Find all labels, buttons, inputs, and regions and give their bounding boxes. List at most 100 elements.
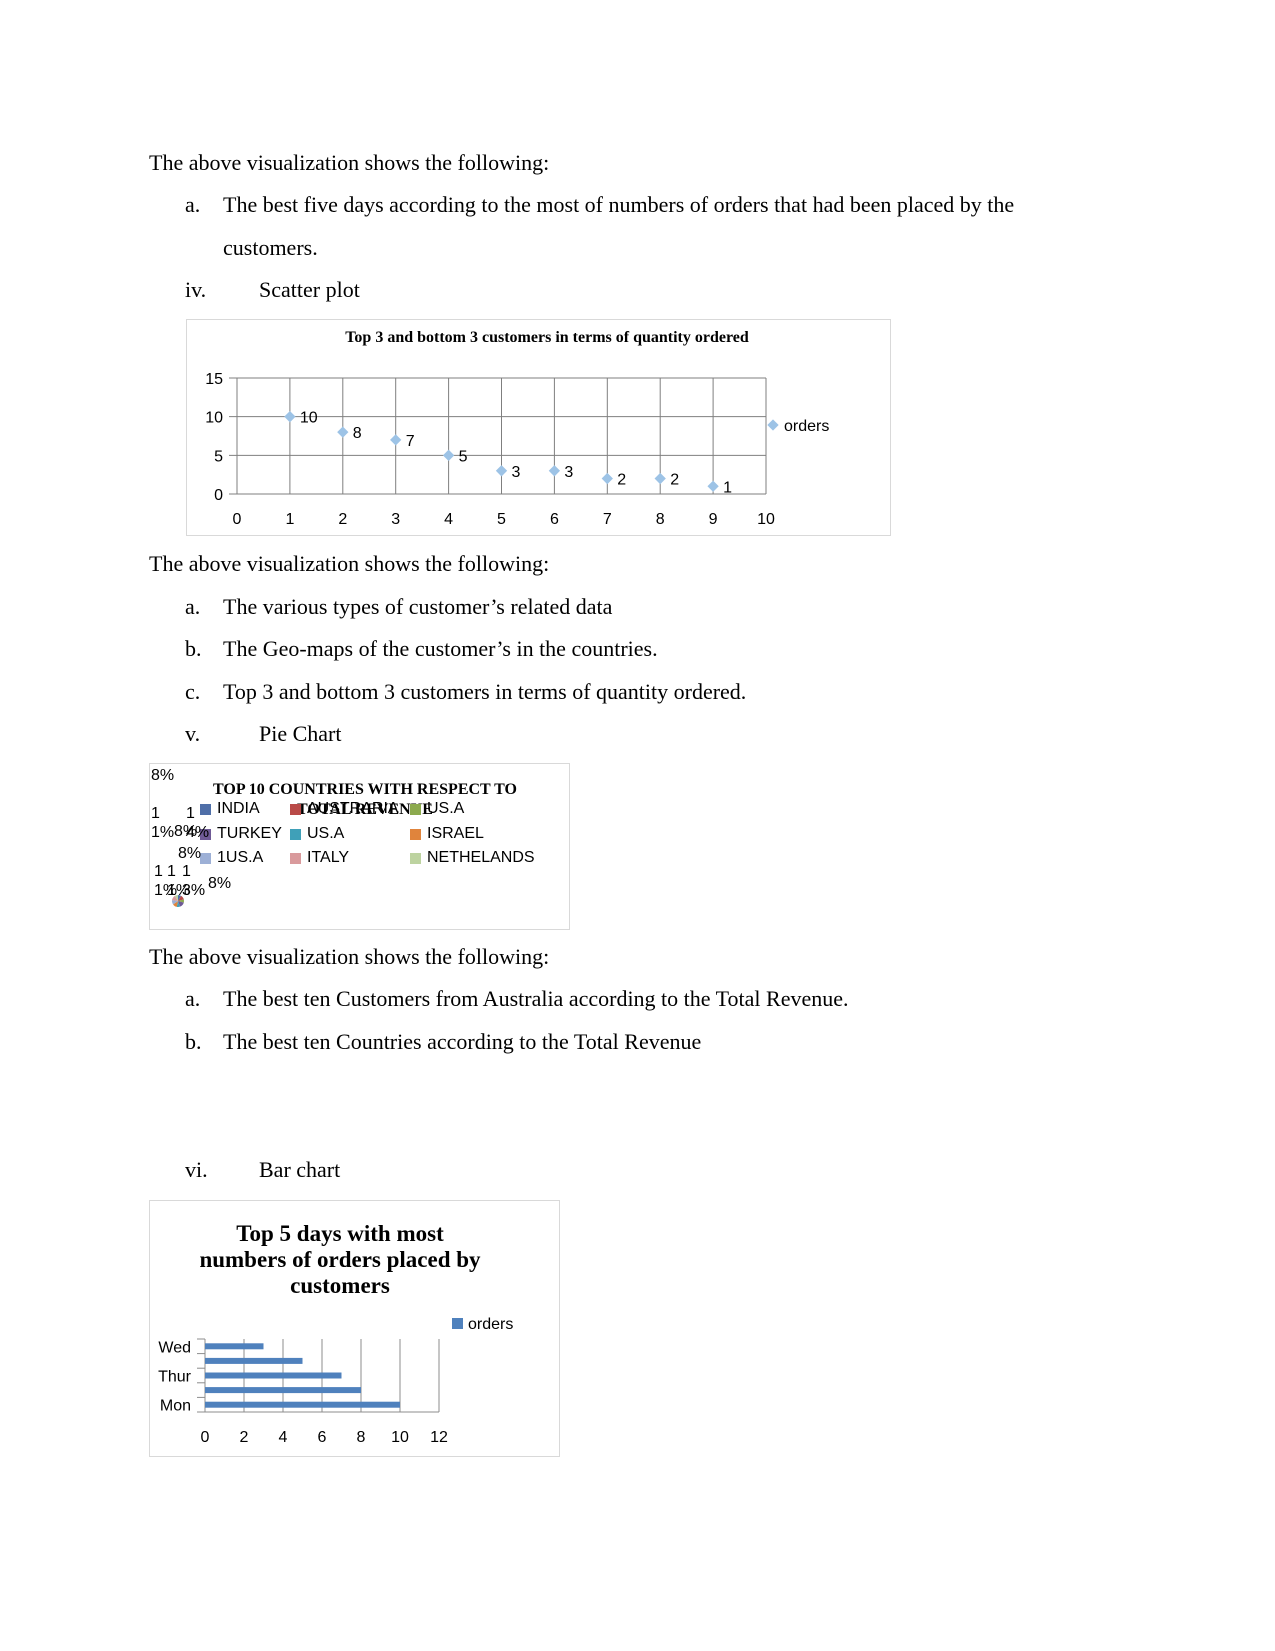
- list-item: Top 3 and bottom 3 customers in terms of…: [223, 679, 747, 704]
- section-heading: Scatter plot: [259, 277, 360, 302]
- legend-swatch: [410, 803, 421, 815]
- pie-data-label: 11%: [151, 805, 175, 841]
- pie-data-label: 8%: [174, 823, 198, 840]
- pie-data-label: 11%: [167, 863, 191, 899]
- x-tick-label: 1: [285, 511, 294, 528]
- data-point: [284, 411, 296, 423]
- data-label: 10: [300, 410, 318, 427]
- bar: [205, 1401, 400, 1408]
- list-marker: a.: [185, 192, 201, 217]
- x-tick-label: 8: [357, 1429, 366, 1446]
- data-label: 2: [670, 472, 679, 489]
- bar-chart: Top 5 days with most numbers of orders p…: [149, 1200, 560, 1457]
- bar: [205, 1372, 342, 1379]
- x-tick-label: 10: [757, 511, 775, 528]
- list-marker: b.: [185, 1029, 202, 1054]
- legend-item: 1US.A: [200, 849, 263, 867]
- legend-label: TURKEY: [217, 825, 282, 842]
- x-tick-label: 6: [318, 1429, 327, 1446]
- list-item: The best ten Countries according to the …: [223, 1029, 702, 1054]
- legend-swatch: [290, 803, 301, 815]
- data-label: 5: [459, 448, 468, 465]
- x-tick-label: 12: [430, 1429, 448, 1446]
- data-point: [654, 472, 666, 485]
- pie-data-label: 8%: [208, 875, 232, 892]
- data-label: 3: [564, 464, 573, 481]
- data-point: [601, 472, 613, 485]
- x-tick-label: 0: [233, 511, 242, 528]
- legend-item: US.A: [410, 800, 464, 818]
- bar-svg: 0 2 4 6 8 10 12 Mon Thur Wed orders: [158, 1316, 513, 1446]
- legend-item: US.A: [290, 825, 344, 843]
- x-tick-label: 2: [338, 511, 347, 528]
- y-tick-label: Mon: [160, 1398, 191, 1415]
- paragraph: The above visualization shows the follow…: [149, 150, 550, 175]
- data-label: 3: [512, 464, 521, 481]
- pie-data-label: 8%: [178, 845, 202, 862]
- list-item: The best ten Customers from Australia ac…: [223, 986, 849, 1011]
- list-marker: b.: [185, 636, 202, 661]
- pie-data-label: 13%: [182, 863, 206, 899]
- list-marker: a.: [185, 986, 201, 1011]
- bar: [205, 1357, 303, 1364]
- heading-marker: v.: [185, 721, 201, 746]
- y-tick-label: Thur: [158, 1369, 192, 1386]
- data-point: [548, 465, 561, 477]
- legend-label: US.A: [427, 800, 465, 817]
- legend-swatch: [200, 803, 211, 815]
- paragraph: The above visualization shows the follow…: [149, 944, 550, 969]
- section-heading: Pie Chart: [259, 721, 342, 746]
- chart-title: Top 3 and bottom 3 customers in terms of…: [345, 329, 749, 346]
- heading-marker: iv.: [185, 277, 207, 302]
- data-point: [337, 426, 349, 438]
- paragraph: The above visualization shows the follow…: [149, 551, 550, 576]
- scatter-svg: Top 3 and bottom 3 customers in terms of…: [205, 329, 829, 528]
- list-marker: c.: [185, 679, 201, 704]
- legend-swatch: [410, 852, 421, 864]
- x-tick-label: 6: [550, 511, 559, 528]
- legend-label: INDIA: [217, 800, 260, 817]
- list-item: The best five days according to the most…: [223, 192, 1015, 217]
- x-tick-label: 9: [709, 511, 718, 528]
- x-tick-label: 8: [656, 511, 665, 528]
- document-page: The above visualization shows the follow…: [0, 0, 1275, 1651]
- y-tick-label: 10: [205, 410, 223, 427]
- y-tick-label: 5: [214, 448, 223, 465]
- bar: [205, 1387, 361, 1394]
- legend-label: 1US.A: [217, 849, 264, 866]
- bar: [205, 1343, 264, 1350]
- legend-label: orders: [468, 1316, 513, 1333]
- pie-chart: TOP 10 COUNTRIES WITH RESPECT TO TOTAL R…: [149, 763, 570, 930]
- scatter-chart: Top 3 and bottom 3 customers in terms of…: [186, 319, 891, 536]
- pie-data-label: 11%: [154, 863, 178, 899]
- data-label: 7: [406, 433, 415, 450]
- legend-item: ISRAEL: [410, 825, 484, 843]
- list-item-continued: customers.: [223, 235, 318, 260]
- data-label: 8: [353, 425, 362, 442]
- data-point: [495, 465, 508, 477]
- x-tick-label: 2: [240, 1429, 249, 1446]
- legend-swatch: [200, 852, 211, 864]
- data-point: [707, 480, 719, 492]
- x-tick-label: 4: [444, 511, 453, 528]
- pie-data-label: 8%: [151, 767, 175, 784]
- x-tick-label: 4: [279, 1429, 288, 1446]
- section-heading: Bar chart: [259, 1157, 341, 1182]
- legend-swatch: [452, 1318, 463, 1329]
- heading-marker: vi.: [185, 1157, 208, 1182]
- data-label: 2: [617, 472, 626, 489]
- list-item: The various types of customer’s related …: [223, 594, 613, 619]
- x-tick-label: 7: [603, 511, 612, 528]
- legend-item: NETHELANDS: [410, 849, 535, 867]
- list-marker: a.: [185, 594, 201, 619]
- legend-item: ITALY: [290, 849, 349, 867]
- y-tick-label: 0: [214, 487, 223, 504]
- y-tick-label: Wed: [158, 1339, 191, 1356]
- x-tick-label: 3: [391, 511, 400, 528]
- data-label: 1: [723, 479, 732, 496]
- data-point: [390, 434, 402, 446]
- legend-label: orders: [784, 418, 829, 435]
- x-tick-label: 5: [497, 511, 506, 528]
- pie-data-label: 14%: [186, 805, 210, 841]
- legend-label: AUSTRARIA: [307, 800, 399, 817]
